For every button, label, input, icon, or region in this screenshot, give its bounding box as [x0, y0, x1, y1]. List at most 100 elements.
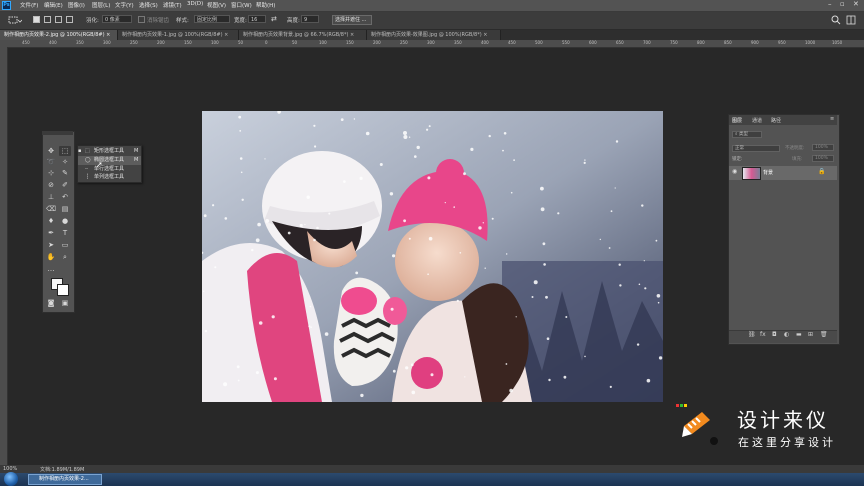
menu-help[interactable]: 帮助(H): [256, 1, 275, 9]
move-tool-icon[interactable]: ✥: [45, 146, 57, 156]
feather-input[interactable]: 0 像素: [102, 15, 132, 23]
layer-name[interactable]: 背景: [763, 169, 773, 176]
taskbar-photoshop-button[interactable]: 制作相册内页效果-2...: [28, 474, 102, 485]
dodge-tool-icon[interactable]: ●: [59, 216, 71, 226]
layer-filter-select[interactable]: ⌕ 类型: [732, 131, 762, 138]
healing-brush-tool-icon[interactable]: ⊘: [45, 180, 57, 190]
pen-tool-icon[interactable]: ✒: [45, 228, 57, 238]
feather-label: 羽化:: [86, 18, 99, 24]
width-input[interactable]: 16: [248, 15, 266, 23]
visibility-eye-icon[interactable]: ◉: [732, 168, 737, 175]
quick-mask-icon[interactable]: ◙: [45, 298, 57, 308]
close-tab-icon[interactable]: ×: [106, 32, 110, 38]
menu-layer[interactable]: 图层(L): [92, 1, 110, 9]
eyedropper-tool-icon[interactable]: ✎: [59, 168, 71, 178]
snowflake: [408, 237, 411, 240]
new-layer-icon[interactable]: ⊞: [808, 331, 813, 338]
menu-window[interactable]: 窗口(W): [231, 1, 252, 9]
maximize-icon[interactable]: ▫: [840, 0, 845, 8]
magic-wand-tool-icon[interactable]: ✧: [59, 157, 71, 167]
tab-document-background[interactable]: 制作相册内页效果背景.jpg @ 66.7%(RGB/8*) ×: [239, 30, 367, 40]
snowflake: [444, 202, 446, 204]
snowflake: [482, 222, 484, 224]
ruler-tick-label: 50: [292, 40, 298, 45]
menu-type[interactable]: 文字(Y): [115, 1, 134, 9]
snowflake: [287, 231, 291, 235]
start-button[interactable]: [4, 472, 18, 486]
flyout-single-column-marquee[interactable]: ┆ 单列选框工具: [78, 173, 141, 182]
tab-label: 制作相册内页效果背景.jpg @ 66.7%(RGB/8*): [243, 32, 349, 38]
tab-document-1[interactable]: 制作相册内页效果-1.jpg @ 100%(RGB/8#) ×: [118, 30, 239, 40]
snowflake: [313, 124, 316, 127]
ruler-tick-label: 400: [49, 40, 57, 45]
brush-tool-icon[interactable]: ✐: [59, 180, 71, 190]
more-tools-icon[interactable]: …: [45, 264, 57, 274]
tools-panel-header[interactable]: [42, 131, 73, 135]
menu-filter[interactable]: 滤镜(T): [163, 1, 182, 9]
lasso-tool-icon[interactable]: ➰: [45, 157, 57, 167]
add-mask-icon[interactable]: ◘: [772, 331, 777, 338]
tab-document-result[interactable]: 制作相册内页效果-效果图.jpg @ 100%(RGB/8*) ×: [367, 30, 501, 40]
clone-stamp-tool-icon[interactable]: ⊥: [45, 192, 57, 202]
flyout-rect-marquee[interactable]: ▪ ⬚ 矩形选框工具 M: [78, 147, 141, 156]
style-select[interactable]: 固定比例: [194, 15, 230, 23]
swap-dimensions-icon[interactable]: ⇄: [271, 15, 277, 23]
document-photo[interactable]: [202, 111, 663, 402]
subtract-selection-icon[interactable]: [55, 16, 62, 23]
add-selection-icon[interactable]: [44, 16, 51, 23]
photoshop-app-icon[interactable]: Ps: [2, 1, 11, 10]
ruler-tick-label: 150: [346, 40, 354, 45]
flyout-ellipse-marquee[interactable]: ◯ 椭圆选框工具 M: [78, 156, 141, 165]
adjustment-layer-icon[interactable]: ◐: [784, 331, 789, 338]
background-color-swatch[interactable]: [57, 284, 69, 296]
tab-paths[interactable]: 路径: [771, 117, 781, 124]
zoom-tool-icon[interactable]: ⌕: [59, 252, 71, 262]
menu-view[interactable]: 视图(V): [207, 1, 226, 9]
menu-3d[interactable]: 3D(D): [187, 1, 203, 7]
history-brush-tool-icon[interactable]: ↶: [59, 192, 71, 202]
intersect-selection-icon[interactable]: [66, 16, 73, 23]
height-input[interactable]: 9: [301, 15, 319, 23]
snowflake: [390, 307, 394, 311]
select-and-mask-button[interactable]: 选择并遮住 ...: [332, 15, 372, 25]
close-icon[interactable]: ✕: [853, 0, 859, 8]
link-layers-icon[interactable]: ⛓: [748, 331, 756, 338]
workspace-icon[interactable]: [846, 15, 856, 25]
document-info[interactable]: 文档:1.89M/1.89M: [40, 466, 84, 473]
blur-tool-icon[interactable]: ♦: [45, 216, 57, 226]
crop-tool-icon[interactable]: ⊹: [45, 168, 57, 178]
shape-tool-icon[interactable]: ▭: [59, 240, 71, 250]
delete-layer-icon[interactable]: 🗑: [820, 331, 828, 338]
screen-mode-icon[interactable]: ▣: [59, 298, 71, 308]
path-selection-tool-icon[interactable]: ➤: [45, 240, 57, 250]
opacity-input[interactable]: 100%: [812, 144, 834, 151]
minimize-icon[interactable]: –: [828, 0, 832, 8]
panel-menu-icon[interactable]: ≡: [830, 116, 834, 122]
blend-mode-select[interactable]: 正常: [732, 145, 780, 152]
snowflake: [453, 206, 455, 208]
close-tab-icon[interactable]: ×: [483, 32, 487, 38]
tab-layers[interactable]: 图层: [732, 117, 742, 124]
menu-file[interactable]: 文件(F): [20, 1, 38, 9]
tab-channels[interactable]: 通道: [752, 117, 762, 124]
gradient-tool-icon[interactable]: ▤: [59, 204, 71, 214]
eraser-tool-icon[interactable]: ⌫: [45, 204, 57, 214]
antialias-checkbox[interactable]: [138, 16, 145, 23]
marquee-preset-icon[interactable]: [8, 15, 22, 25]
marquee-tool-icon[interactable]: ⬚: [59, 146, 71, 156]
type-tool-icon[interactable]: T: [59, 228, 71, 238]
fill-input[interactable]: 100%: [812, 155, 834, 162]
hand-tool-icon[interactable]: ✋: [45, 252, 57, 262]
layer-style-icon[interactable]: fx: [760, 331, 766, 338]
new-group-icon[interactable]: ▬: [796, 331, 802, 338]
snowflake: [411, 390, 416, 395]
tab-document-2[interactable]: 制作相册内页效果-2.jpg @ 100%(RGB/8#) ×: [0, 30, 118, 40]
menu-edit[interactable]: 编辑(E): [44, 1, 63, 9]
new-selection-icon[interactable]: [33, 16, 40, 23]
close-tab-icon[interactable]: ×: [224, 32, 228, 38]
menu-image[interactable]: 图像(I): [68, 1, 85, 9]
search-icon[interactable]: [831, 15, 841, 25]
menu-select[interactable]: 选择(S): [139, 1, 158, 9]
layer-thumbnail: [742, 167, 761, 180]
close-tab-icon[interactable]: ×: [350, 32, 354, 38]
